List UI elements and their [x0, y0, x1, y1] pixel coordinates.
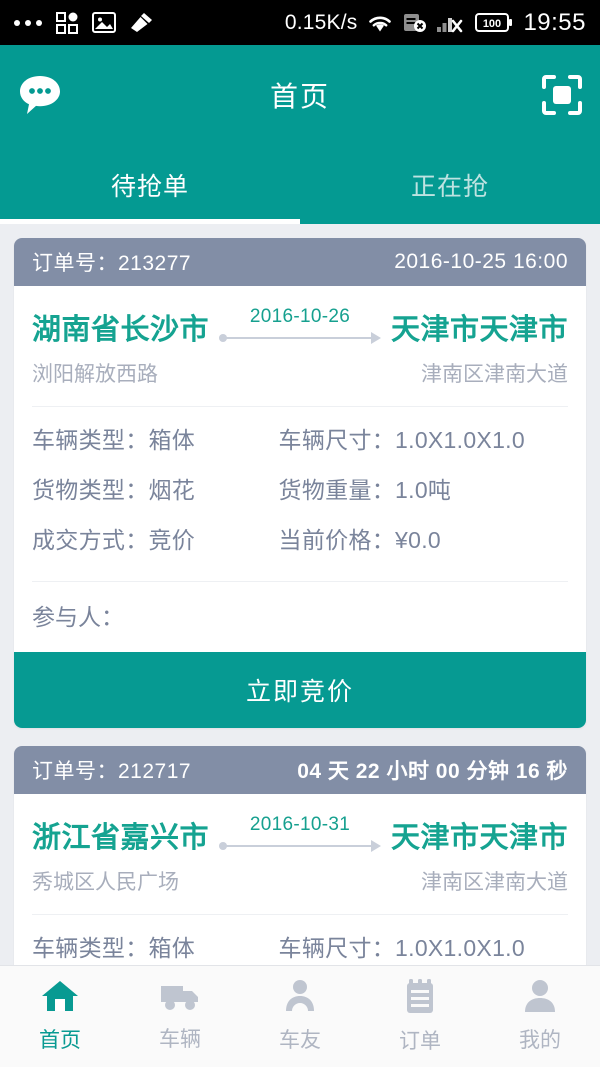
nav-item-profile[interactable]: 我的	[480, 979, 600, 1054]
order-card[interactable]: 订单号：212717 04 天 22 小时 00 分钟 16 秒 浙江省嘉兴市 …	[14, 746, 586, 965]
vehicle-size: 车辆尺寸：1.0X1.0X1.0	[278, 427, 525, 453]
origin-address: 浏阳解放西路	[32, 363, 158, 386]
vehicle-type: 车辆类型：箱体	[32, 935, 196, 961]
destination-city: 天津市天津市	[390, 822, 568, 854]
route-connector: 2016-10-31	[219, 814, 381, 856]
bid-now-button[interactable]: 立即竞价	[14, 652, 586, 728]
signal-off-icon	[437, 13, 465, 33]
truck-icon	[159, 980, 201, 1017]
bottom-navigation: 首页 车辆 车友 订单 我的	[0, 965, 600, 1067]
wifi-icon	[367, 13, 393, 33]
nav-item-orders[interactable]: 订单	[360, 978, 480, 1055]
route-line	[223, 337, 371, 339]
order-number: 订单号：213277	[32, 252, 192, 275]
participants-row: 参与人：	[14, 582, 586, 652]
route-row: 浙江省嘉兴市 2016-10-31 天津市天津市	[14, 794, 586, 856]
svg-text:100: 100	[483, 18, 501, 30]
network-speed: 0.15K/s	[284, 10, 358, 34]
order-details: 车辆类型：箱体 车辆尺寸：1.0X1.0X1.0 货物类型：烟花 货物重量：1.…	[14, 407, 586, 581]
participants-label: 参与人：	[32, 604, 124, 630]
cargo-type: 货物类型：烟花	[32, 477, 196, 503]
destination-city: 天津市天津市	[390, 314, 568, 346]
battery-icon: 100	[475, 12, 513, 33]
address-row: 秀城区人民广场 津南区津南大道	[14, 856, 586, 914]
route-arrow-icon	[370, 332, 381, 344]
order-card[interactable]: 订单号：213277 2016-10-25 16:00 湖南省长沙市 2016-…	[14, 238, 586, 728]
route-connector: 2016-10-26	[219, 306, 381, 348]
user-icon	[523, 979, 557, 1018]
status-bar-left-icons	[14, 11, 153, 34]
sim-disabled-icon	[403, 12, 427, 33]
detail-row: 成交方式：竞价 当前价格：¥0.0	[32, 521, 568, 555]
scan-icon[interactable]	[542, 75, 582, 115]
tab-bar: 待抢单 正在抢	[0, 145, 600, 224]
nav-item-friends[interactable]: 车友	[240, 979, 360, 1054]
origin-city: 湖南省长沙市	[32, 314, 210, 346]
clipboard-icon	[404, 978, 436, 1019]
order-card-header: 订单号：212717 04 天 22 小时 00 分钟 16 秒	[14, 746, 586, 794]
nav-label: 我的	[519, 1029, 561, 1052]
order-countdown: 04 天 22 小时 00 分钟 16 秒	[297, 760, 568, 783]
order-datetime: 2016-10-25 16:00	[394, 250, 568, 273]
app-grid-icon	[56, 11, 78, 34]
tab-pending-orders[interactable]: 待抢单	[0, 145, 300, 224]
route-row: 湖南省长沙市 2016-10-26 天津市天津市	[14, 286, 586, 348]
destination-address: 津南区津南大道	[421, 363, 568, 386]
route-line	[223, 845, 371, 847]
more-dots-icon	[14, 19, 42, 26]
order-list[interactable]: 订单号：213277 2016-10-25 16:00 湖南省长沙市 2016-…	[0, 224, 600, 965]
cargo-weight: 货物重量：1.0吨	[278, 477, 452, 503]
page-title: 首页	[269, 81, 330, 112]
status-bar-right-icons: 0.15K/s 100 19:55	[285, 9, 586, 37]
detail-row: 车辆类型：箱体 车辆尺寸：1.0X1.0X1.0	[32, 421, 568, 455]
current-price: 当前价格：¥0.0	[278, 527, 442, 553]
home-icon	[40, 979, 80, 1018]
nav-label: 订单	[399, 1030, 441, 1053]
order-number: 订单号：212717	[32, 760, 192, 783]
route-date: 2016-10-26	[249, 306, 351, 327]
order-card-header: 订单号：213277 2016-10-25 16:00	[14, 238, 586, 286]
nav-label: 首页	[39, 1029, 81, 1052]
route-arrow-icon	[370, 840, 381, 852]
clock-time: 19:55	[523, 8, 586, 36]
app-header: 首页	[0, 45, 600, 145]
vehicle-size: 车辆尺寸：1.0X1.0X1.0	[278, 935, 525, 961]
person-icon	[282, 979, 318, 1018]
deal-method: 成交方式：竞价	[32, 527, 196, 553]
brush-icon	[130, 12, 153, 34]
chat-bubble-icon[interactable]	[18, 74, 62, 116]
detail-row: 货物类型：烟花 货物重量：1.0吨	[32, 471, 568, 505]
image-icon	[92, 12, 116, 33]
nav-label: 车友	[279, 1029, 321, 1052]
tab-bidding-now[interactable]: 正在抢	[300, 145, 600, 224]
nav-item-vehicles[interactable]: 车辆	[120, 980, 240, 1053]
status-bar: 0.15K/s 100 19:55	[0, 0, 600, 45]
route-date: 2016-10-31	[249, 814, 351, 835]
nav-item-home[interactable]: 首页	[0, 979, 120, 1054]
address-row: 浏阳解放西路 津南区津南大道	[14, 348, 586, 406]
nav-label: 车辆	[159, 1028, 201, 1051]
vehicle-type: 车辆类型：箱体	[32, 427, 196, 453]
destination-address: 津南区津南大道	[421, 871, 568, 894]
origin-city: 浙江省嘉兴市	[32, 822, 210, 854]
order-details: 车辆类型：箱体 车辆尺寸：1.0X1.0X1.0	[14, 915, 586, 965]
detail-row: 车辆类型：箱体 车辆尺寸：1.0X1.0X1.0	[32, 929, 568, 963]
origin-address: 秀城区人民广场	[32, 871, 179, 894]
